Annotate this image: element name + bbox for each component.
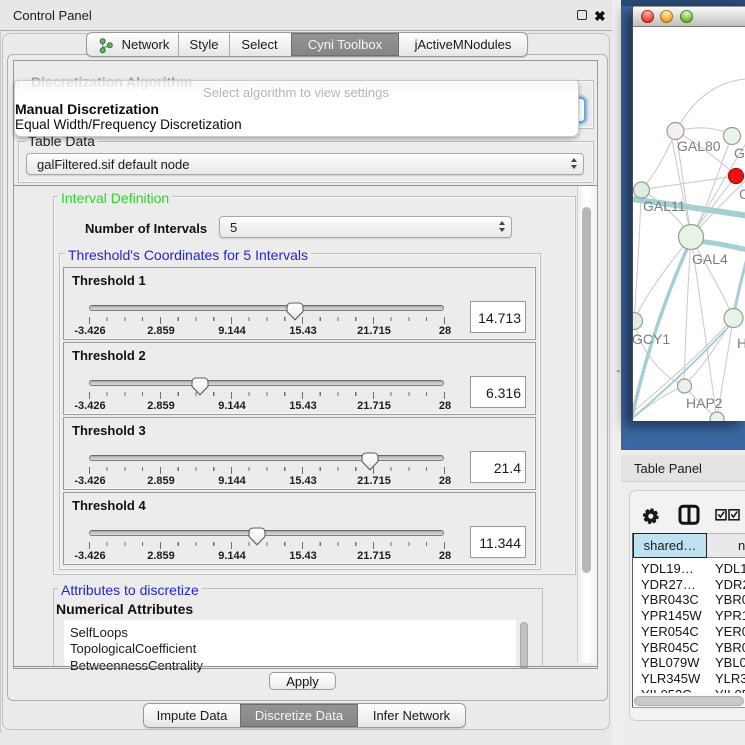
svg-text:HAP2: HAP2 (686, 395, 723, 411)
svg-text:GAL11: GAL11 (643, 198, 686, 214)
svg-text:GAL4: GAL4 (692, 251, 728, 267)
svg-text:GCY1: GCY1 (633, 331, 670, 347)
svg-text:GAL3: GAL3 (734, 145, 745, 161)
svg-text:CYC8: CYC8 (739, 186, 745, 202)
svg-text:HIS7: HIS7 (737, 335, 745, 351)
svg-text:GAL80: GAL80 (677, 138, 721, 154)
